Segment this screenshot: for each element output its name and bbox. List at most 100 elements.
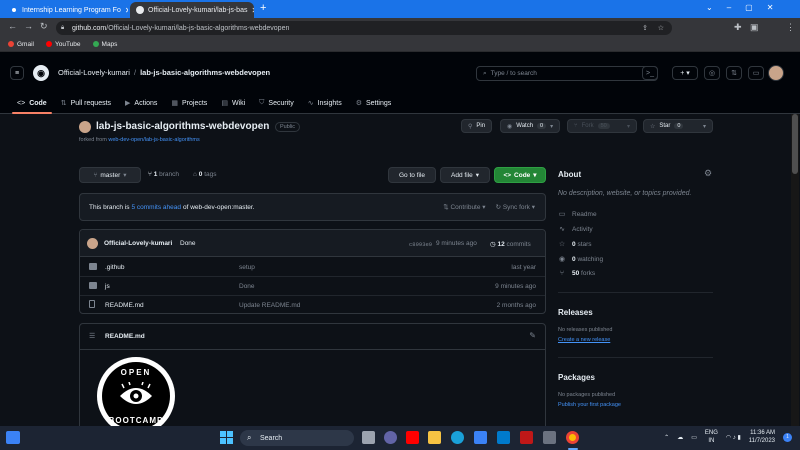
pin-button[interactable]: ⚲ Pin <box>461 119 493 133</box>
page-scrollbar[interactable] <box>791 114 799 426</box>
create-new-button[interactable]: + ▾ <box>672 66 698 80</box>
file-name[interactable]: .github <box>105 264 125 271</box>
teams-icon[interactable] <box>384 431 397 444</box>
tab-actions[interactable]: ▶ Actions <box>118 92 164 114</box>
edge-icon[interactable] <box>451 431 464 444</box>
owner-link[interactable]: Official-Lovely-kumari <box>58 68 130 77</box>
inbox-icon[interactable]: ▭ <box>748 66 764 80</box>
packages-heading[interactable]: Packages <box>558 373 595 382</box>
windows-start-icon[interactable] <box>220 431 233 444</box>
browser-tab-github[interactable]: Official-Lovely-kumari/lab-js-bas ✕ <box>130 2 254 18</box>
vscode-icon[interactable] <box>497 431 510 444</box>
go-to-file-button[interactable]: Go to file <box>388 167 436 183</box>
commits-link[interactable]: ◷ 12 commits <box>490 240 531 248</box>
minimize-icon[interactable]: – <box>727 3 745 12</box>
language-indicator[interactable]: ENG IN <box>705 429 718 445</box>
watch-button[interactable]: ◉ Watch 0 ▾ <box>500 119 560 133</box>
maximize-icon[interactable]: ▢ <box>745 3 767 12</box>
search-input[interactable]: ⌕ Type / to search <box>476 66 658 81</box>
add-file-button[interactable]: Add file ▾ <box>440 167 490 183</box>
forked-from-link[interactable]: web-dev-open/lab-js-basic-algorithms <box>108 137 199 143</box>
readme-link[interactable]: ▭ Readme <box>558 210 597 219</box>
reload-icon[interactable]: ↻ <box>40 21 48 32</box>
close-window-icon[interactable]: ✕ <box>767 3 788 12</box>
clock[interactable]: 11:36 AM 11/7/2023 <box>749 429 775 445</box>
bookmark-star-icon[interactable]: ☆ <box>658 24 664 32</box>
close-icon[interactable]: ✕ <box>251 6 254 15</box>
chevron-up-icon[interactable]: ⌃ <box>664 434 669 441</box>
wifi-sound-icon[interactable]: ◠ ♪ ▮ <box>726 434 741 441</box>
file-commit-message[interactable]: setup <box>239 264 255 271</box>
chevron-down-icon[interactable]: ⌄ <box>706 3 727 12</box>
code-button[interactable]: <> Code ▾ <box>494 167 546 183</box>
sync-fork-button[interactable]: ↻ Sync fork ▾ <box>496 203 535 211</box>
create-release-link[interactable]: Create a new release <box>558 337 610 343</box>
table-row[interactable]: README.md Update README.md 2 months ago <box>80 296 545 315</box>
back-icon[interactable]: ← <box>8 21 17 31</box>
tab-code[interactable]: <> Code <box>10 92 54 114</box>
commits-ahead-link[interactable]: 5 commits ahead <box>131 204 181 211</box>
file-commit-message[interactable]: Update README.md <box>239 302 300 309</box>
contribute-button[interactable]: ⇅ Contribute ▾ <box>443 203 485 211</box>
tab-pull-requests[interactable]: ⇅ Pull requests <box>54 92 118 114</box>
hamburger-menu-button[interactable]: ≡ <box>10 66 24 80</box>
close-icon[interactable]: ✕ <box>125 6 128 15</box>
activity-link[interactable]: ∿ Activity <box>558 225 593 234</box>
mcafee-icon[interactable] <box>520 431 533 444</box>
new-tab-icon[interactable]: + <box>260 2 266 14</box>
share-icon[interactable]: ⇪ <box>642 24 648 32</box>
store-icon[interactable] <box>474 431 487 444</box>
bookmark-gmail[interactable]: Gmail <box>8 41 34 48</box>
publish-package-link[interactable]: Publish your first package <box>558 402 621 408</box>
chrome-icon[interactable] <box>566 431 579 444</box>
edit-pencil-icon[interactable]: ✎ <box>529 331 536 340</box>
file-name[interactable]: js <box>105 283 110 290</box>
branch-select-button[interactable]: ⑂ master ▾ <box>79 167 141 183</box>
bookmark-maps[interactable]: Maps <box>92 41 117 48</box>
gear-icon[interactable]: ⚙ <box>704 168 712 179</box>
watching-link[interactable]: ◉ 0 watching <box>558 255 603 264</box>
fork-button[interactable]: ⑂ Fork 50 ▾ <box>567 119 637 133</box>
repo-link[interactable]: lab-js-basic-algorithms-webdevopen <box>140 68 270 77</box>
forward-icon[interactable]: → <box>24 21 33 31</box>
scrollbar-thumb[interactable] <box>792 114 798 174</box>
branches-link[interactable]: ⑂ 1 branch <box>148 171 179 178</box>
bookmark-youtube[interactable]: YouTube <box>45 41 81 48</box>
user-avatar[interactable] <box>768 65 784 81</box>
tags-link[interactable]: ⌂ 0 tags <box>193 171 216 178</box>
table-row[interactable]: js Done 9 minutes ago <box>80 277 545 296</box>
commit-sha[interactable]: c8993e9 <box>409 241 432 248</box>
sidepanel-icon[interactable]: ▣ <box>750 22 759 33</box>
widgets-icon[interactable] <box>6 431 20 444</box>
list-icon[interactable]: ☰ <box>89 332 95 340</box>
extensions-icon[interactable]: ✚ <box>734 22 742 33</box>
star-button[interactable]: ☆ Star 0 ▾ <box>643 119 713 133</box>
issues-icon[interactable]: ◎ <box>704 66 720 80</box>
releases-heading[interactable]: Releases <box>558 308 593 317</box>
task-view-icon[interactable] <box>362 431 375 444</box>
notification-badge[interactable]: 1 <box>783 432 792 442</box>
file-name[interactable]: README.md <box>105 302 144 309</box>
command-palette-button[interactable]: >_ <box>642 66 658 80</box>
tab-wiki[interactable]: ▤ Wiki <box>214 92 252 114</box>
tab-security[interactable]: ⛉ Security <box>252 92 301 114</box>
file-commit-message[interactable]: Done <box>239 283 255 290</box>
taskbar-search-input[interactable]: ⌕ Search <box>240 430 354 446</box>
table-row[interactable]: .github setup last year <box>80 258 545 277</box>
tab-projects[interactable]: ▦ Projects <box>164 92 214 114</box>
url-input[interactable]: 🔒︎ github.com/Official-Lovely-kumari/lab… <box>56 21 672 35</box>
github-logo-icon[interactable]: ◉ <box>33 65 49 81</box>
commit-author-avatar[interactable] <box>87 238 98 249</box>
tab-settings[interactable]: ⚙ Settings <box>349 92 399 114</box>
browser-tab-internship[interactable]: Internship Learning Program Fo ✕ <box>4 2 128 18</box>
owner-avatar[interactable] <box>79 121 91 133</box>
stars-link[interactable]: ☆ 0 stars <box>558 240 592 249</box>
forks-link[interactable]: ⑂ 50 forks <box>558 270 595 277</box>
pull-requests-icon[interactable]: ⇅ <box>726 66 742 80</box>
menu-dots-icon[interactable]: ⋮ <box>786 22 795 33</box>
tab-insights[interactable]: ∿ Insights <box>301 92 349 114</box>
file-explorer-icon[interactable] <box>428 431 441 444</box>
cloud-icon[interactable]: ☁ <box>677 434 683 441</box>
youtube-app-icon[interactable] <box>406 431 419 444</box>
repo-title[interactable]: lab-js-basic-algorithms-webdevopen <box>96 121 269 132</box>
